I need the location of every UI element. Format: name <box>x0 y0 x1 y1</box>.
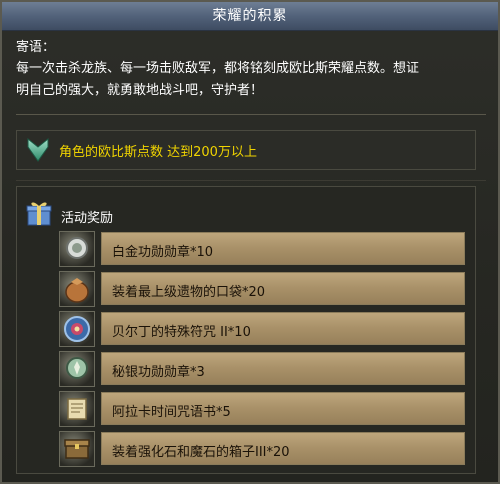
reward-item-label: 装着最上级遗物的口袋*20 <box>112 285 266 300</box>
reward-item-bar[interactable]: 秘银功勋勋章*3 <box>101 352 465 385</box>
reward-item-label: 阿拉卡时间咒语书*5 <box>112 405 231 420</box>
reward-item-label: 贝尔丁的特殊符咒 II*10 <box>112 325 251 340</box>
motto-line-1: 每一次击杀龙族、每一场击败敌军，都将铭刻成欧比斯荣耀点数。想证 <box>16 61 420 76</box>
relic-pouch-icon <box>59 271 95 307</box>
rewards-header: 活动奖励 <box>61 211 114 226</box>
green-chevron-icon <box>27 137 49 162</box>
time-scroll-icon <box>59 391 95 427</box>
reward-item[interactable]: 贝尔丁的特殊符咒 II*10 <box>59 311 469 347</box>
panel-title: 荣耀的积累 <box>212 8 288 24</box>
reward-item-label: 装着强化石和魔石的箱子III*20 <box>112 445 290 460</box>
divider <box>16 180 486 181</box>
gift-box-icon <box>26 202 52 226</box>
title-bar: 荣耀的积累 <box>2 2 498 31</box>
condition-box: 角色的欧比斯点数 达到200万以上 <box>16 130 476 170</box>
rewards-box: 活动奖励 白金功勋勋章*10 装着最上级遗物的口袋*20 贝尔丁的特殊符咒 II… <box>16 186 476 474</box>
motto-label: 寄语： <box>16 40 56 55</box>
motto-line-2: 明自己的强大，就勇敢地战斗吧，守护者！ <box>16 83 264 98</box>
reward-item[interactable]: 装着最上级遗物的口袋*20 <box>59 271 469 307</box>
reward-item[interactable]: 装着强化石和魔石的箱子III*20 <box>59 431 469 467</box>
glory-panel: 荣耀的积累 寄语： 每一次击杀龙族、每一场击败敌军，都将铭刻成欧比斯荣耀点数。想… <box>0 0 500 484</box>
motto-section: 寄语： 每一次击杀龙族、每一场击败敌军，都将铭刻成欧比斯荣耀点数。想证 明自己的… <box>16 38 486 102</box>
stone-box-icon <box>59 431 95 467</box>
reward-item[interactable]: 秘银功勋勋章*3 <box>59 351 469 387</box>
talisman-icon <box>59 311 95 347</box>
reward-item-bar[interactable]: 贝尔丁的特殊符咒 II*10 <box>101 312 465 345</box>
divider <box>16 114 486 115</box>
reward-item-label: 秘银功勋勋章*3 <box>112 365 205 380</box>
reward-item[interactable]: 阿拉卡时间咒语书*5 <box>59 391 469 427</box>
reward-item-bar[interactable]: 阿拉卡时间咒语书*5 <box>101 392 465 425</box>
reward-item-bar[interactable]: 白金功勋勋章*10 <box>101 232 465 265</box>
reward-item[interactable]: 白金功勋勋章*10 <box>59 231 469 267</box>
mithril-medal-icon <box>59 351 95 387</box>
platinum-medal-icon <box>59 231 95 267</box>
condition-text: 角色的欧比斯点数 达到200万以上 <box>59 145 257 160</box>
reward-item-bar[interactable]: 装着最上级遗物的口袋*20 <box>101 272 465 305</box>
reward-item-bar[interactable]: 装着强化石和魔石的箱子III*20 <box>101 432 465 465</box>
reward-item-label: 白金功勋勋章*10 <box>112 245 214 260</box>
